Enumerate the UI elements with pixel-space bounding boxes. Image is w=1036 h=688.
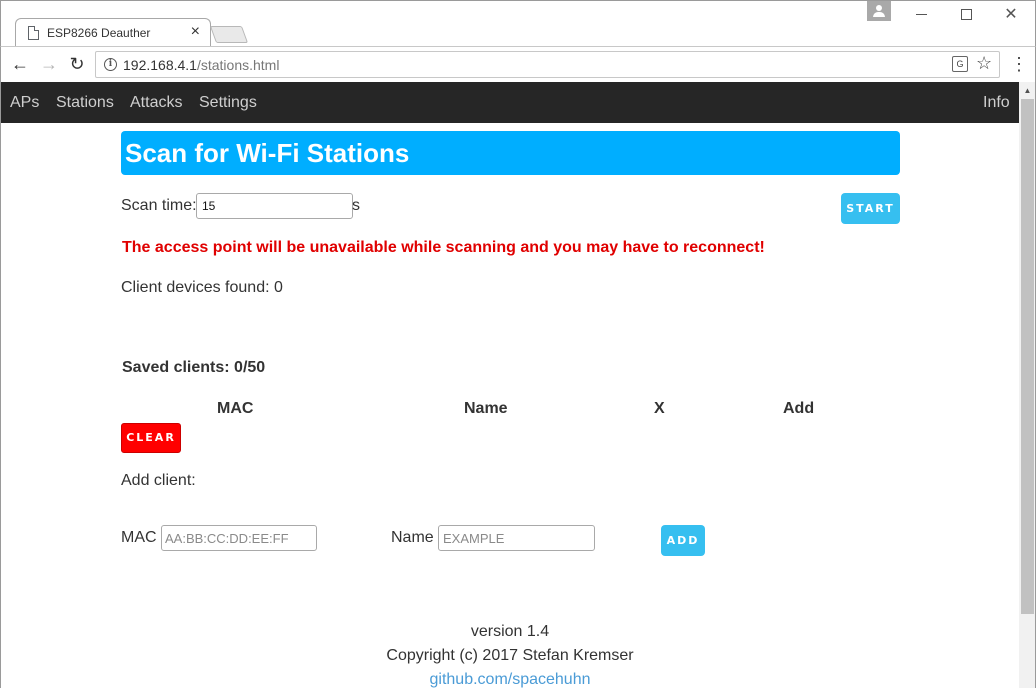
name-input[interactable]: [438, 525, 595, 551]
client-devices-found: Client devices found: 0: [121, 279, 283, 296]
saved-clients-count: Saved clients: 0/50: [122, 359, 266, 376]
tab-close-icon[interactable]: ×: [191, 23, 200, 41]
footer-copyright: Copyright (c) 2017 Stefan Kremser: [386, 647, 634, 664]
page-title: Scan for Wi-Fi Stations: [121, 131, 900, 175]
info-icon[interactable]: i: [104, 58, 117, 71]
new-tab-button[interactable]: [209, 26, 249, 43]
address-bar[interactable]: i 192.168.4.1/stations.html G ☆: [95, 51, 1000, 78]
footer-version: version 1.4: [470, 623, 550, 640]
forward-arrow-icon[interactable]: →: [38, 53, 60, 75]
table-header-mac: MAC: [217, 400, 254, 417]
start-button[interactable]: START: [841, 193, 900, 224]
browser-titlebar: ESP8266 Deauther × ✕: [0, 0, 1036, 47]
scroll-thumb[interactable]: [1021, 99, 1034, 614]
bookmark-star-icon[interactable]: ☆: [976, 53, 992, 74]
clear-button[interactable]: CLEAR: [121, 423, 181, 453]
top-navigation: APs Stations Attacks Settings Info: [1, 82, 1019, 123]
add-client-button[interactable]: ADD: [661, 525, 705, 556]
scroll-up-arrow-icon[interactable]: ▲: [1019, 82, 1035, 99]
minimize-button[interactable]: [909, 5, 933, 25]
vertical-scrollbar[interactable]: ▲: [1019, 82, 1035, 688]
profile-icon[interactable]: [867, 1, 891, 21]
minimize-icon: [915, 14, 927, 16]
close-window-button[interactable]: ✕: [999, 5, 1023, 25]
back-arrow-icon[interactable]: ←: [9, 53, 31, 75]
browser-tab[interactable]: ESP8266 Deauther ×: [15, 18, 211, 47]
scan-time-label: Scan time:: [121, 197, 197, 214]
nav-item-stations[interactable]: Stations: [56, 94, 114, 112]
reload-icon[interactable]: ↻: [66, 53, 88, 75]
page-viewport: APs Stations Attacks Settings Info Scan …: [0, 82, 1036, 688]
scan-warning: The access point will be unavailable whi…: [122, 239, 765, 256]
tab-title: ESP8266 Deauther: [47, 26, 151, 40]
maximize-button[interactable]: [954, 5, 978, 25]
maximize-icon: [960, 9, 972, 21]
add-client-label: Add client:: [121, 472, 196, 489]
scan-time-input[interactable]: [196, 193, 353, 219]
document-icon: [28, 26, 39, 40]
url-path: /stations.html: [196, 57, 280, 73]
table-header-name: Name: [464, 400, 508, 417]
translate-icon[interactable]: G: [952, 56, 968, 72]
mac-label: MAC: [121, 529, 157, 546]
scan-time-unit: s: [352, 197, 360, 214]
url-host: 192.168.4.1: [123, 57, 197, 73]
nav-item-aps[interactable]: APs: [10, 94, 39, 112]
table-header-remove: X: [654, 400, 665, 417]
browser-menu-icon[interactable]: ⋮: [1010, 53, 1028, 75]
name-label: Name: [391, 529, 434, 546]
footer-github-link[interactable]: github.com/spacehuhn: [1, 671, 1019, 688]
mac-input[interactable]: [161, 525, 317, 551]
nav-item-attacks[interactable]: Attacks: [130, 94, 182, 112]
browser-toolbar: ← → ↻ i 192.168.4.1/stations.html G ☆ ⋮: [0, 46, 1036, 82]
table-header-add: Add: [783, 400, 815, 417]
url-text[interactable]: 192.168.4.1/stations.html: [123, 57, 279, 73]
nav-item-info[interactable]: Info: [983, 94, 1010, 112]
nav-item-settings[interactable]: Settings: [199, 94, 257, 112]
